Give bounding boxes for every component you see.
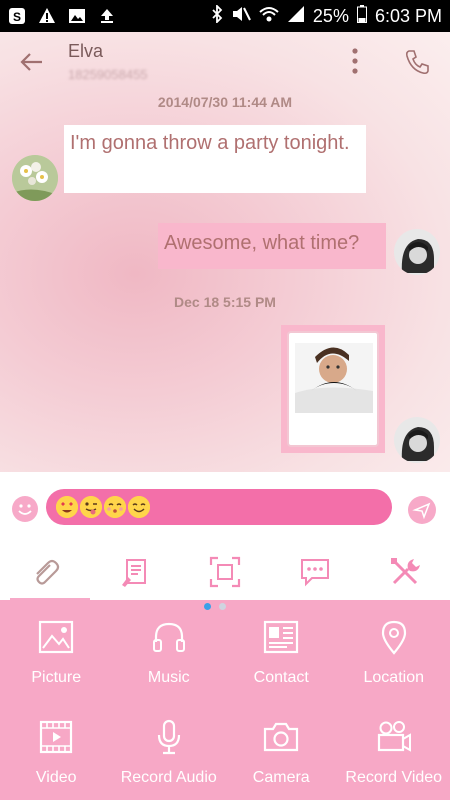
upload-icon	[98, 7, 116, 25]
my-avatar[interactable]	[394, 417, 440, 463]
my-avatar[interactable]	[394, 229, 440, 275]
attach-label: Picture	[31, 669, 82, 686]
photo-thumbnail	[295, 343, 373, 413]
picture-icon	[37, 618, 75, 661]
page-dot	[219, 603, 226, 610]
outgoing-photo-message[interactable]	[281, 325, 385, 453]
screenshot-frame-icon	[208, 555, 242, 594]
back-arrow-icon[interactable]	[18, 48, 46, 76]
battery-icon	[356, 4, 367, 28]
timestamp: 2014/07/30 11:44 AM	[157, 94, 293, 110]
camera-icon	[262, 718, 300, 761]
microphone-icon	[150, 718, 188, 761]
warning-icon	[38, 7, 56, 25]
tools-icon	[388, 555, 422, 594]
attach-video[interactable]: Video	[0, 700, 113, 800]
winking-tongue-emoji-icon	[80, 496, 102, 518]
paperclip-icon	[28, 555, 62, 594]
location-pin-icon	[375, 618, 413, 661]
quick-reply-icon	[298, 555, 332, 594]
message-input[interactable]	[46, 489, 392, 525]
skype-icon: S	[8, 7, 26, 25]
bluetooth-icon	[211, 3, 223, 28]
attach-label: Camera	[252, 769, 310, 786]
signal-icon	[287, 5, 305, 28]
video-icon	[37, 718, 75, 761]
svg-text:S: S	[13, 10, 21, 24]
emoji-button[interactable]	[12, 496, 38, 522]
phone-call-icon[interactable]	[403, 48, 431, 76]
tab-attach[interactable]	[0, 548, 90, 600]
kissing-emoji-icon	[104, 496, 126, 518]
timestamp: Dec 18 5:15 PM	[174, 294, 276, 310]
conversation-header: Elva 18259058455	[0, 32, 450, 90]
heart-eyes-emoji-icon	[56, 496, 78, 518]
wifi-icon	[259, 5, 279, 28]
compose-bar	[0, 472, 450, 548]
contact-number: 18259058455	[68, 67, 148, 82]
attachment-toolbar	[0, 548, 450, 600]
send-button[interactable]	[408, 496, 436, 524]
conversation-area[interactable]: Elva 18259058455 2014/07/30 11:44 AM I'm…	[0, 32, 450, 472]
attach-camera[interactable]: Camera	[225, 700, 338, 800]
attach-location[interactable]: Location	[338, 600, 450, 700]
tab-quick-reply[interactable]	[270, 548, 360, 600]
video-camera-icon	[375, 718, 413, 761]
page-indicator	[204, 603, 226, 610]
draft-note-icon	[118, 555, 152, 594]
attach-label: Location	[363, 669, 425, 686]
battery-percent: 25%	[312, 5, 349, 26]
attach-label: Record Audio	[120, 769, 217, 786]
page-dot-active	[204, 603, 211, 610]
attach-label: Music	[147, 669, 190, 686]
attach-picture[interactable]: Picture	[0, 600, 113, 700]
clock: 6:03 PM	[374, 5, 442, 26]
attach-music[interactable]: Music	[113, 600, 226, 700]
outgoing-message-bubble[interactable]: Awesome, what time?	[158, 223, 386, 269]
smiling-emoji-icon	[128, 496, 150, 518]
headphones-icon	[150, 618, 188, 661]
attachment-grid: Picture Music Contact Location Video Rec…	[0, 600, 450, 800]
incoming-message-bubble[interactable]: I'm gonna throw a party tonight.	[64, 125, 366, 193]
tab-screenshot[interactable]	[180, 548, 270, 600]
attach-contact[interactable]: Contact	[225, 600, 338, 700]
mute-icon	[231, 5, 251, 28]
status-bar: S 25% 6:03 PM	[0, 0, 450, 32]
more-options-icon[interactable]	[348, 46, 362, 76]
attach-record-video[interactable]: Record Video	[338, 700, 450, 800]
attach-label: Video	[35, 769, 77, 786]
attach-record-audio[interactable]: Record Audio	[113, 700, 226, 800]
contact-card-icon	[262, 618, 300, 661]
tab-draft[interactable]	[90, 548, 180, 600]
tab-tools[interactable]	[360, 548, 450, 600]
contact-name: Elva	[68, 41, 104, 61]
contact-avatar[interactable]	[12, 155, 58, 201]
attach-label: Contact	[253, 669, 309, 686]
image-notification-icon	[68, 7, 86, 25]
attach-label: Record Video	[345, 769, 443, 786]
